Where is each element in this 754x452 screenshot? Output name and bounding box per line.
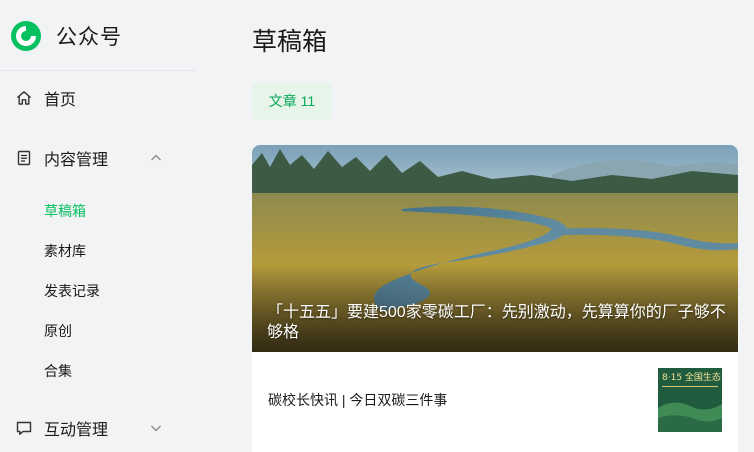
sidebar-item-interaction-label: 互动管理 [44, 422, 109, 439]
sidebar-item-home[interactable]: 首页 [0, 80, 196, 116]
chat-bubble-icon [16, 421, 32, 435]
svg-text:8·15 全国生态日: 8·15 全国生态日 [662, 371, 722, 383]
sidebar-item-content[interactable]: 内容管理 [0, 140, 196, 176]
chevron-up-icon[interactable] [149, 151, 163, 165]
sidebar-divider [0, 70, 196, 71]
home-icon [17, 91, 31, 105]
sidebar-subitem-materials[interactable]: 素材库 [44, 239, 86, 263]
brand[interactable]: 公众号 [10, 19, 122, 53]
brand-name: 公众号 [56, 26, 122, 49]
sidebar-item-interaction[interactable]: 互动管理 [0, 410, 196, 446]
sidebar-subitem-original[interactable]: 原创 [44, 319, 72, 343]
sub-article-title: 碳校长快讯 | 今日双碳三件事 [268, 392, 448, 408]
tab-articles[interactable]: 文章 11 [252, 83, 332, 119]
wechat-official-account-logo [11, 21, 41, 51]
thumbnail-image: 8·15 全国生态日 [658, 368, 722, 432]
document-icon [17, 150, 31, 166]
sub-article-thumbnail: 8·15 全国生态日 [658, 368, 722, 432]
sidebar: 公众号 首页 内容管理 草稿箱 素材库 发表记录 原创 合集 互动管理 [0, 0, 196, 452]
sidebar-subitem-drafts[interactable]: 草稿箱 [44, 199, 86, 223]
sidebar-item-home-label: 首页 [44, 92, 77, 109]
sidebar-subitem-publish-records[interactable]: 发表记录 [44, 279, 100, 303]
draft-cover-title: 「十五五」要建500家零碳工厂：先别激动，先算算你的厂子够不够格 [267, 304, 726, 341]
chevron-down-icon[interactable] [149, 421, 163, 435]
sidebar-item-content-label: 内容管理 [44, 152, 109, 169]
draft-card[interactable]: 「十五五」要建500家零碳工厂：先别激动，先算算你的厂子够不够格 碳校长快讯 |… [252, 145, 738, 452]
sidebar-subitem-collections[interactable]: 合集 [44, 359, 72, 383]
page-title: 草稿箱 [252, 28, 328, 56]
draft-cover-image: 「十五五」要建500家零碳工厂：先别激动，先算算你的厂子够不够格 [252, 145, 738, 352]
